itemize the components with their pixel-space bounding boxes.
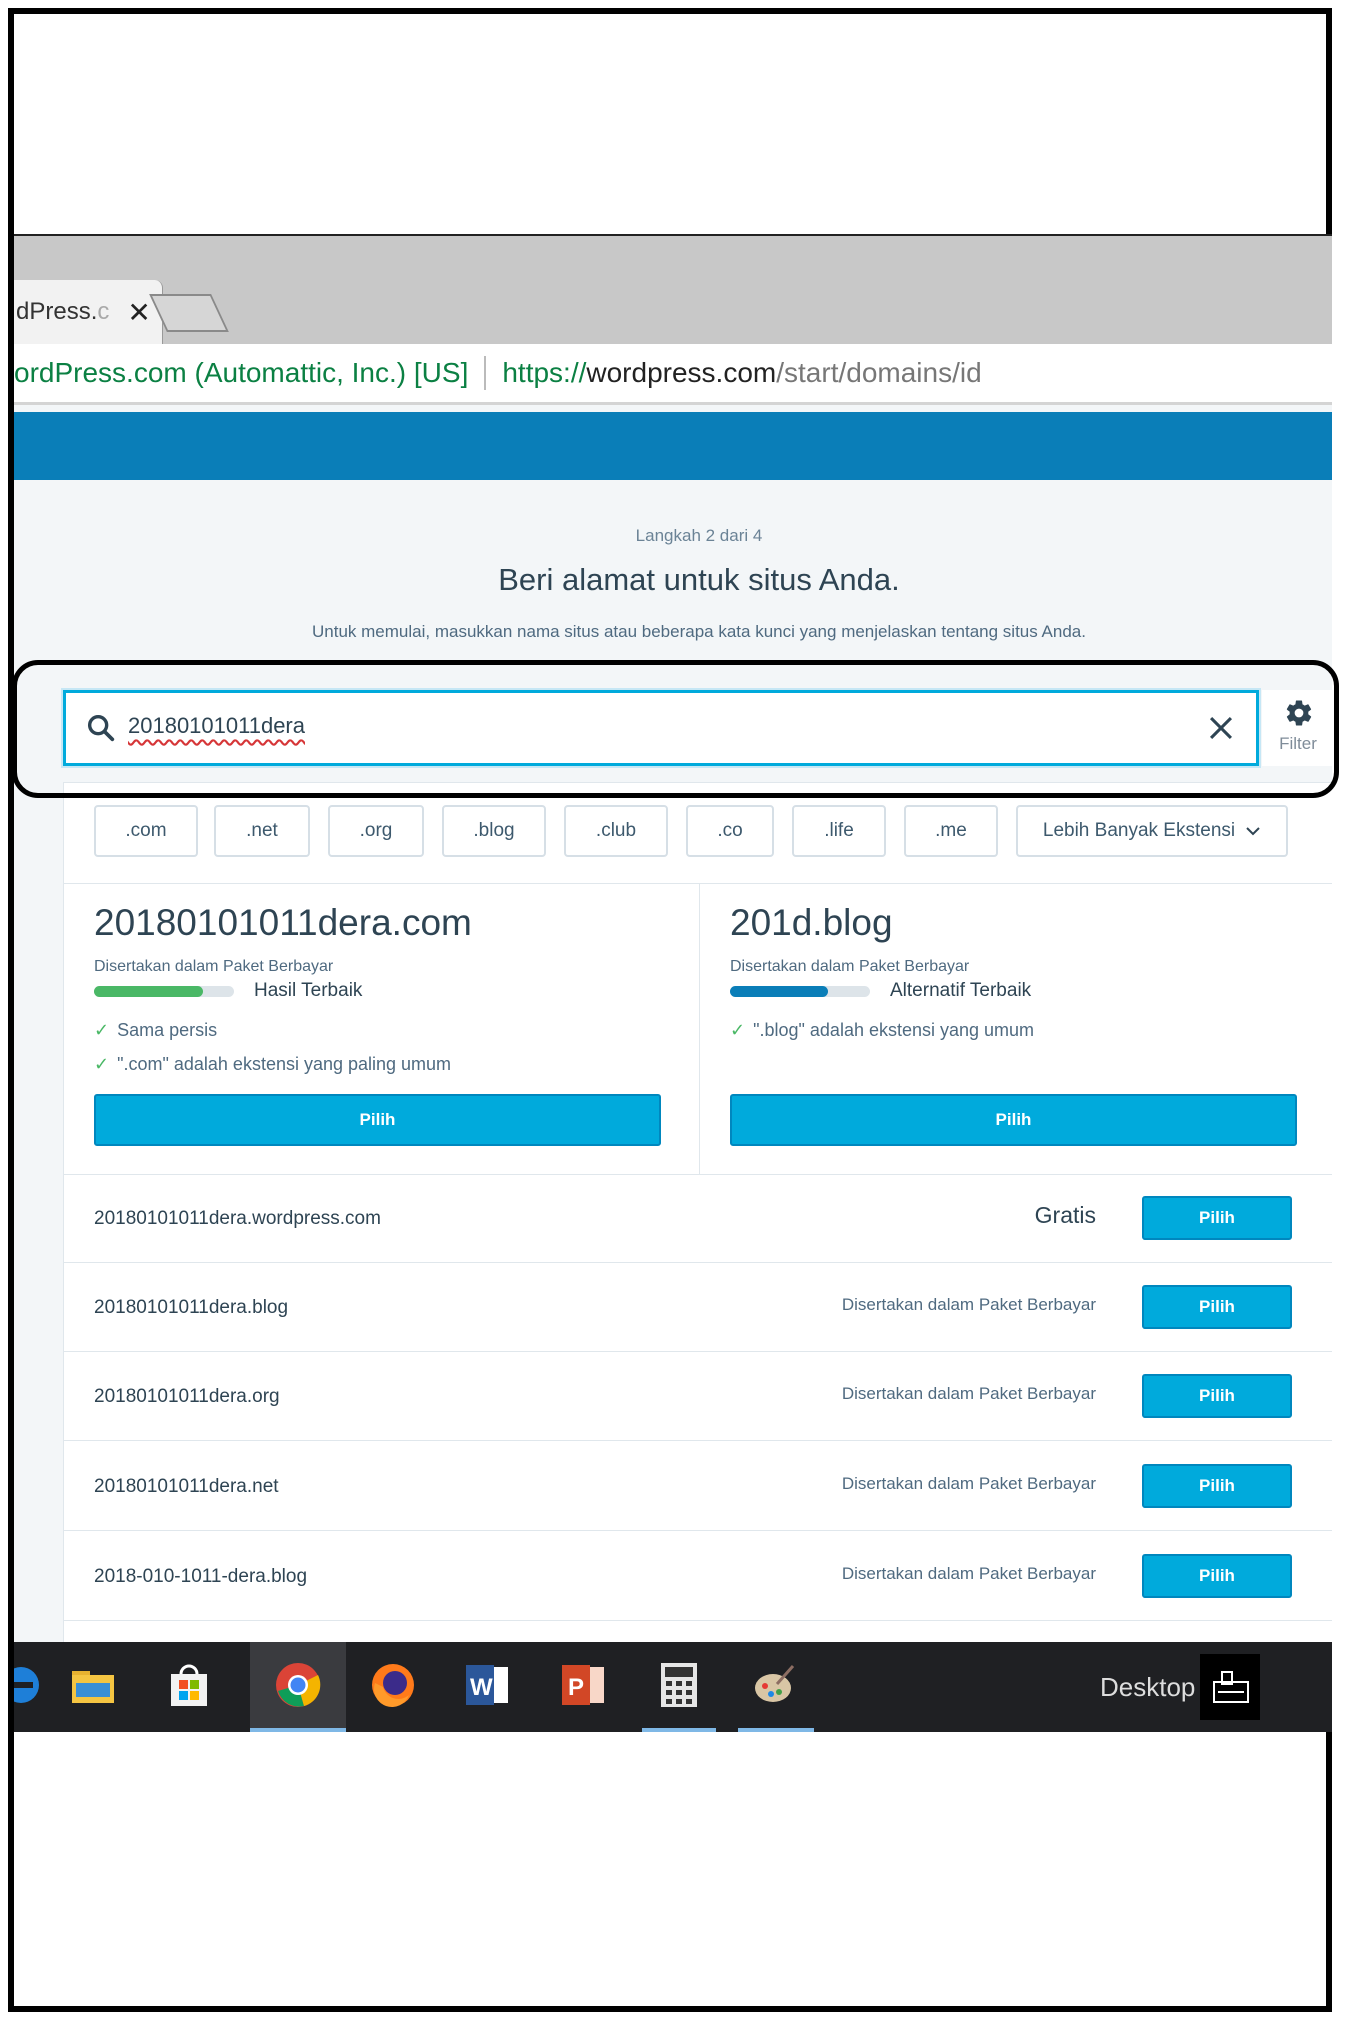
address-separator [484,356,487,390]
tld-chip-life[interactable]: .life [792,805,886,857]
more-extensions-label: Lebih Banyak Ekstensi [1042,820,1236,841]
featured-domain-name: 201d.blog [730,902,893,943]
result-price: Disertakan dalam Paket Berbayar [841,1474,1096,1493]
search-highlight-outline [12,660,1339,798]
featured-price-note: Disertakan dalam Paket Berbayar [730,958,970,975]
tab-close-icon[interactable]: ✕ [127,296,150,329]
result-domain-name: 2018-010-1011-dera.blog [94,1566,308,1587]
select-domain-button[interactable]: Pilih [1142,1554,1292,1598]
running-indicator [642,1728,716,1732]
result-domain-name: 20180101011dera.blog [94,1297,289,1318]
tld-chip-blog[interactable]: .blog [442,805,546,857]
chrome-icon[interactable] [273,1660,323,1710]
edge-icon[interactable] [14,1660,46,1710]
windows-taskbar: W P Desktop [14,1642,1332,1732]
select-featured-button[interactable]: Pilih [730,1094,1297,1146]
store-icon[interactable] [164,1660,214,1710]
site-identity-label[interactable]: ordPress.com (Automattic, Inc.) [US] [14,357,468,389]
featured-domain-name: 20180101011dera.com [94,902,472,943]
select-featured-button[interactable]: Pilih [94,1094,661,1146]
svg-text:W: W [470,1674,493,1701]
domain-result-row: 20180101011dera.net Disertakan dalam Pak… [64,1442,1332,1531]
tld-chip-com[interactable]: .com [94,805,198,857]
browser-screenshot: dPress.c ✕ ordPress.com (Automattic, Inc… [14,236,1332,1732]
tld-chip-org[interactable]: .org [328,805,424,857]
tld-chip-club[interactable]: .club [564,805,668,857]
featured-reason: ✓ ".blog" adalah ekstensi yang umum [730,1020,1035,1040]
browser-tab[interactable]: dPress.c ✕ [14,280,163,344]
result-domain-name: 20180101011dera.net [94,1476,279,1497]
tld-chip-co[interactable]: .co [686,805,774,857]
result-price: Disertakan dalam Paket Berbayar [841,1295,1096,1314]
domain-result-row: 20180101011dera.blog Disertakan dalam Pa… [64,1263,1332,1352]
result-domain-name: 20180101011dera.wordpress.com [94,1208,381,1229]
powerpoint-icon[interactable]: P [558,1660,608,1710]
featured-card-best: 20180101011dera.com Disertakan dalam Pak… [64,884,699,1174]
keyboard-tray-icon[interactable] [1200,1654,1260,1720]
tab-title: dPress.c [16,298,110,325]
tab-strip: dPress.c ✕ [14,236,1332,345]
featured-card-alternative: 201d.blog Disertakan dalam Paket Berbaya… [700,884,1332,1174]
featured-price-note: Disertakan dalam Paket Berbayar [94,958,334,975]
desktop-toolbar-label[interactable]: Desktop [1100,1672,1195,1703]
domain-result-row: 2018-010-1011-dera.blog Disertakan dalam… [64,1532,1332,1621]
page-title: Beri alamat untuk situs Anda. [498,562,900,597]
running-indicator [250,1728,346,1732]
check-icon: ✓ [94,1054,110,1074]
page-subtitle: Untuk memulai, masukkan nama situs atau … [312,622,1086,641]
match-score-bar [730,986,870,997]
domain-results-card: .com .net .org .blog .club .co .life .me… [63,782,1332,1700]
chevron-down-icon [1246,827,1260,836]
more-extensions-button[interactable]: Lebih Banyak Ekstensi [1016,805,1288,857]
select-domain-button[interactable]: Pilih [1142,1196,1292,1240]
select-domain-button[interactable]: Pilih [1142,1285,1292,1329]
select-domain-button[interactable]: Pilih [1142,1374,1292,1418]
calculator-icon[interactable] [654,1660,704,1710]
featured-badge: Alternatif Terbaik [890,980,1032,1001]
step-indicator: Langkah 2 dari 4 [635,526,763,545]
featured-reason: ✓ ".com" adalah ekstensi yang paling umum [94,1054,452,1074]
result-price: Disertakan dalam Paket Berbayar [841,1564,1096,1583]
match-score-bar [94,986,234,997]
svg-text:P: P [568,1674,584,1701]
firefox-icon[interactable] [368,1660,418,1710]
address-bar[interactable]: ordPress.com (Automattic, Inc.) [US] htt… [14,344,1332,405]
tld-chip-me[interactable]: .me [904,805,998,857]
tld-chip-net[interactable]: .net [214,805,310,857]
file-explorer-icon[interactable] [68,1660,118,1710]
url-text[interactable]: https://wordpress.com/start/domains/id [502,357,981,389]
check-icon: ✓ [94,1020,110,1040]
domain-result-row: 20180101011dera.org Disertakan dalam Pak… [64,1352,1332,1441]
word-icon[interactable]: W [462,1660,512,1710]
result-domain-name: 20180101011dera.org [94,1386,280,1407]
domain-result-row: 20180101011dera.wordpress.com Gratis Pil… [64,1174,1332,1263]
result-price: Disertakan dalam Paket Berbayar [841,1384,1096,1403]
select-domain-button[interactable]: Pilih [1142,1464,1292,1508]
result-price: Gratis [1034,1202,1096,1228]
featured-badge: Hasil Terbaik [254,980,363,1001]
check-icon: ✓ [730,1020,746,1040]
running-indicator [738,1728,814,1732]
paint-icon[interactable] [750,1660,800,1710]
wordpress-masterbar [14,412,1332,480]
featured-suggestions: 20180101011dera.com Disertakan dalam Pak… [64,883,1332,1175]
featured-reason: ✓ Sama persis [94,1020,218,1040]
